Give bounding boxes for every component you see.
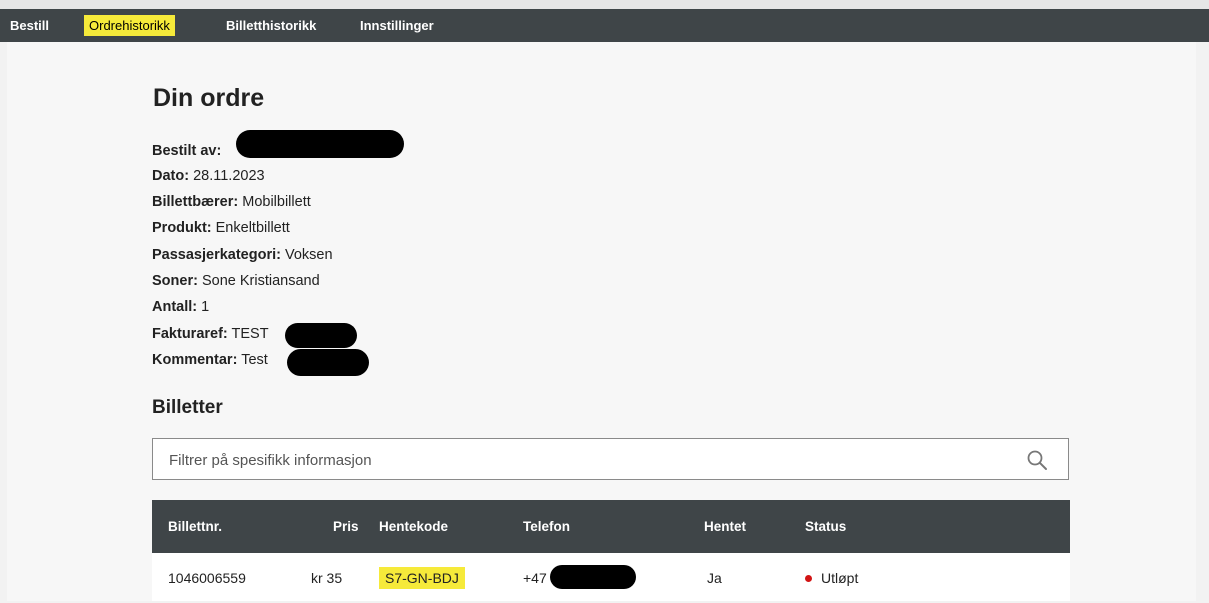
column-header-hentekode[interactable]: Hentekode bbox=[379, 500, 448, 553]
order-field-billettbaerer: Billettbærer: Mobilbillett bbox=[152, 194, 311, 210]
nav-item-label: Innstillinger bbox=[360, 18, 434, 33]
cell-hentet: Ja bbox=[707, 570, 722, 586]
status-value: Utløpt bbox=[821, 570, 859, 586]
column-header-status[interactable]: Status bbox=[805, 500, 846, 553]
nav-item-label: Bestill bbox=[10, 18, 50, 33]
filter-input[interactable] bbox=[167, 439, 1011, 481]
order-field-dato: Dato: 28.11.2023 bbox=[152, 168, 265, 184]
field-value: Enkeltbillett bbox=[215, 220, 290, 236]
field-value: Test bbox=[241, 352, 268, 368]
field-label: Dato: bbox=[152, 168, 190, 184]
field-label: Kommentar: bbox=[152, 352, 238, 368]
order-field-passasjerkategori: Passasjerkategori: Voksen bbox=[152, 247, 333, 263]
field-label: Bestilt av: bbox=[152, 143, 222, 159]
column-header-hentet[interactable]: Hentet bbox=[704, 500, 746, 553]
column-header-pris[interactable]: Pris bbox=[333, 500, 359, 553]
column-header-telefon[interactable]: Telefon bbox=[523, 500, 570, 553]
order-field-bestilt-av: Bestilt av: bbox=[152, 143, 221, 159]
window-top-strip bbox=[0, 0, 1209, 9]
order-field-kommentar: Kommentar: Test bbox=[152, 352, 268, 368]
search-icon[interactable] bbox=[1026, 449, 1048, 471]
field-value: Mobilbillett bbox=[242, 194, 311, 210]
redaction-mark bbox=[236, 130, 404, 158]
order-field-antall: Antall: 1 bbox=[152, 299, 209, 315]
field-value: Sone Kristiansand bbox=[201, 273, 320, 289]
cell-hentekode: S7-GN-BDJ bbox=[379, 553, 465, 603]
field-label: Soner: bbox=[152, 273, 198, 289]
order-field-soner: Soner: Sone Kristiansand bbox=[152, 273, 320, 289]
cell-pris: kr 35 bbox=[311, 570, 343, 586]
table-header: Billettnr. Pris Hentekode Telefon Hentet… bbox=[152, 500, 1070, 553]
status-dot-icon bbox=[805, 575, 812, 582]
field-label: Fakturaref: bbox=[152, 326, 228, 342]
nav-item-label: Billetthistorikk bbox=[226, 18, 317, 33]
field-value: TEST bbox=[231, 326, 269, 342]
nav-item-bestill[interactable]: Bestill bbox=[10, 9, 49, 42]
order-field-fakturaref: Fakturaref: TEST bbox=[152, 326, 269, 342]
field-value: Voksen bbox=[285, 247, 333, 263]
field-value: 1 bbox=[201, 299, 210, 315]
field-label: Produkt: bbox=[152, 220, 212, 236]
page-title: Din ordre bbox=[153, 84, 265, 112]
field-label: Passasjerkategori: bbox=[152, 247, 281, 263]
redaction-mark bbox=[550, 565, 636, 589]
field-value: 28.11.2023 bbox=[193, 168, 265, 184]
nav-item-label: Ordrehistorikk bbox=[84, 15, 175, 36]
section-title-billetter: Billetter bbox=[152, 397, 223, 418]
top-navbar: Bestill Ordrehistorikk Billetthistorikk … bbox=[0, 9, 1209, 42]
field-label: Antall: bbox=[152, 299, 198, 315]
cell-status: Utløpt bbox=[805, 553, 858, 603]
hentekode-value: S7-GN-BDJ bbox=[379, 567, 465, 589]
table-row[interactable]: 1046006559 kr 35 S7-GN-BDJ +47 Ja Utløpt bbox=[152, 553, 1070, 601]
filter-search-box bbox=[152, 438, 1069, 481]
nav-item-billetthistorikk[interactable]: Billetthistorikk bbox=[226, 9, 316, 42]
nav-item-ordrehistorikk[interactable]: Ordrehistorikk bbox=[84, 9, 175, 42]
order-field-produkt: Produkt: Enkeltbillett bbox=[152, 220, 290, 236]
column-header-billettnr[interactable]: Billettnr. bbox=[168, 500, 222, 553]
field-label: Billettbærer: bbox=[152, 194, 239, 210]
redaction-mark bbox=[287, 349, 369, 376]
cell-telefon: +47 bbox=[523, 570, 547, 586]
nav-item-innstillinger[interactable]: Innstillinger bbox=[360, 9, 434, 42]
redaction-mark bbox=[285, 323, 357, 348]
cell-billettnr: 1046006559 bbox=[168, 570, 246, 586]
